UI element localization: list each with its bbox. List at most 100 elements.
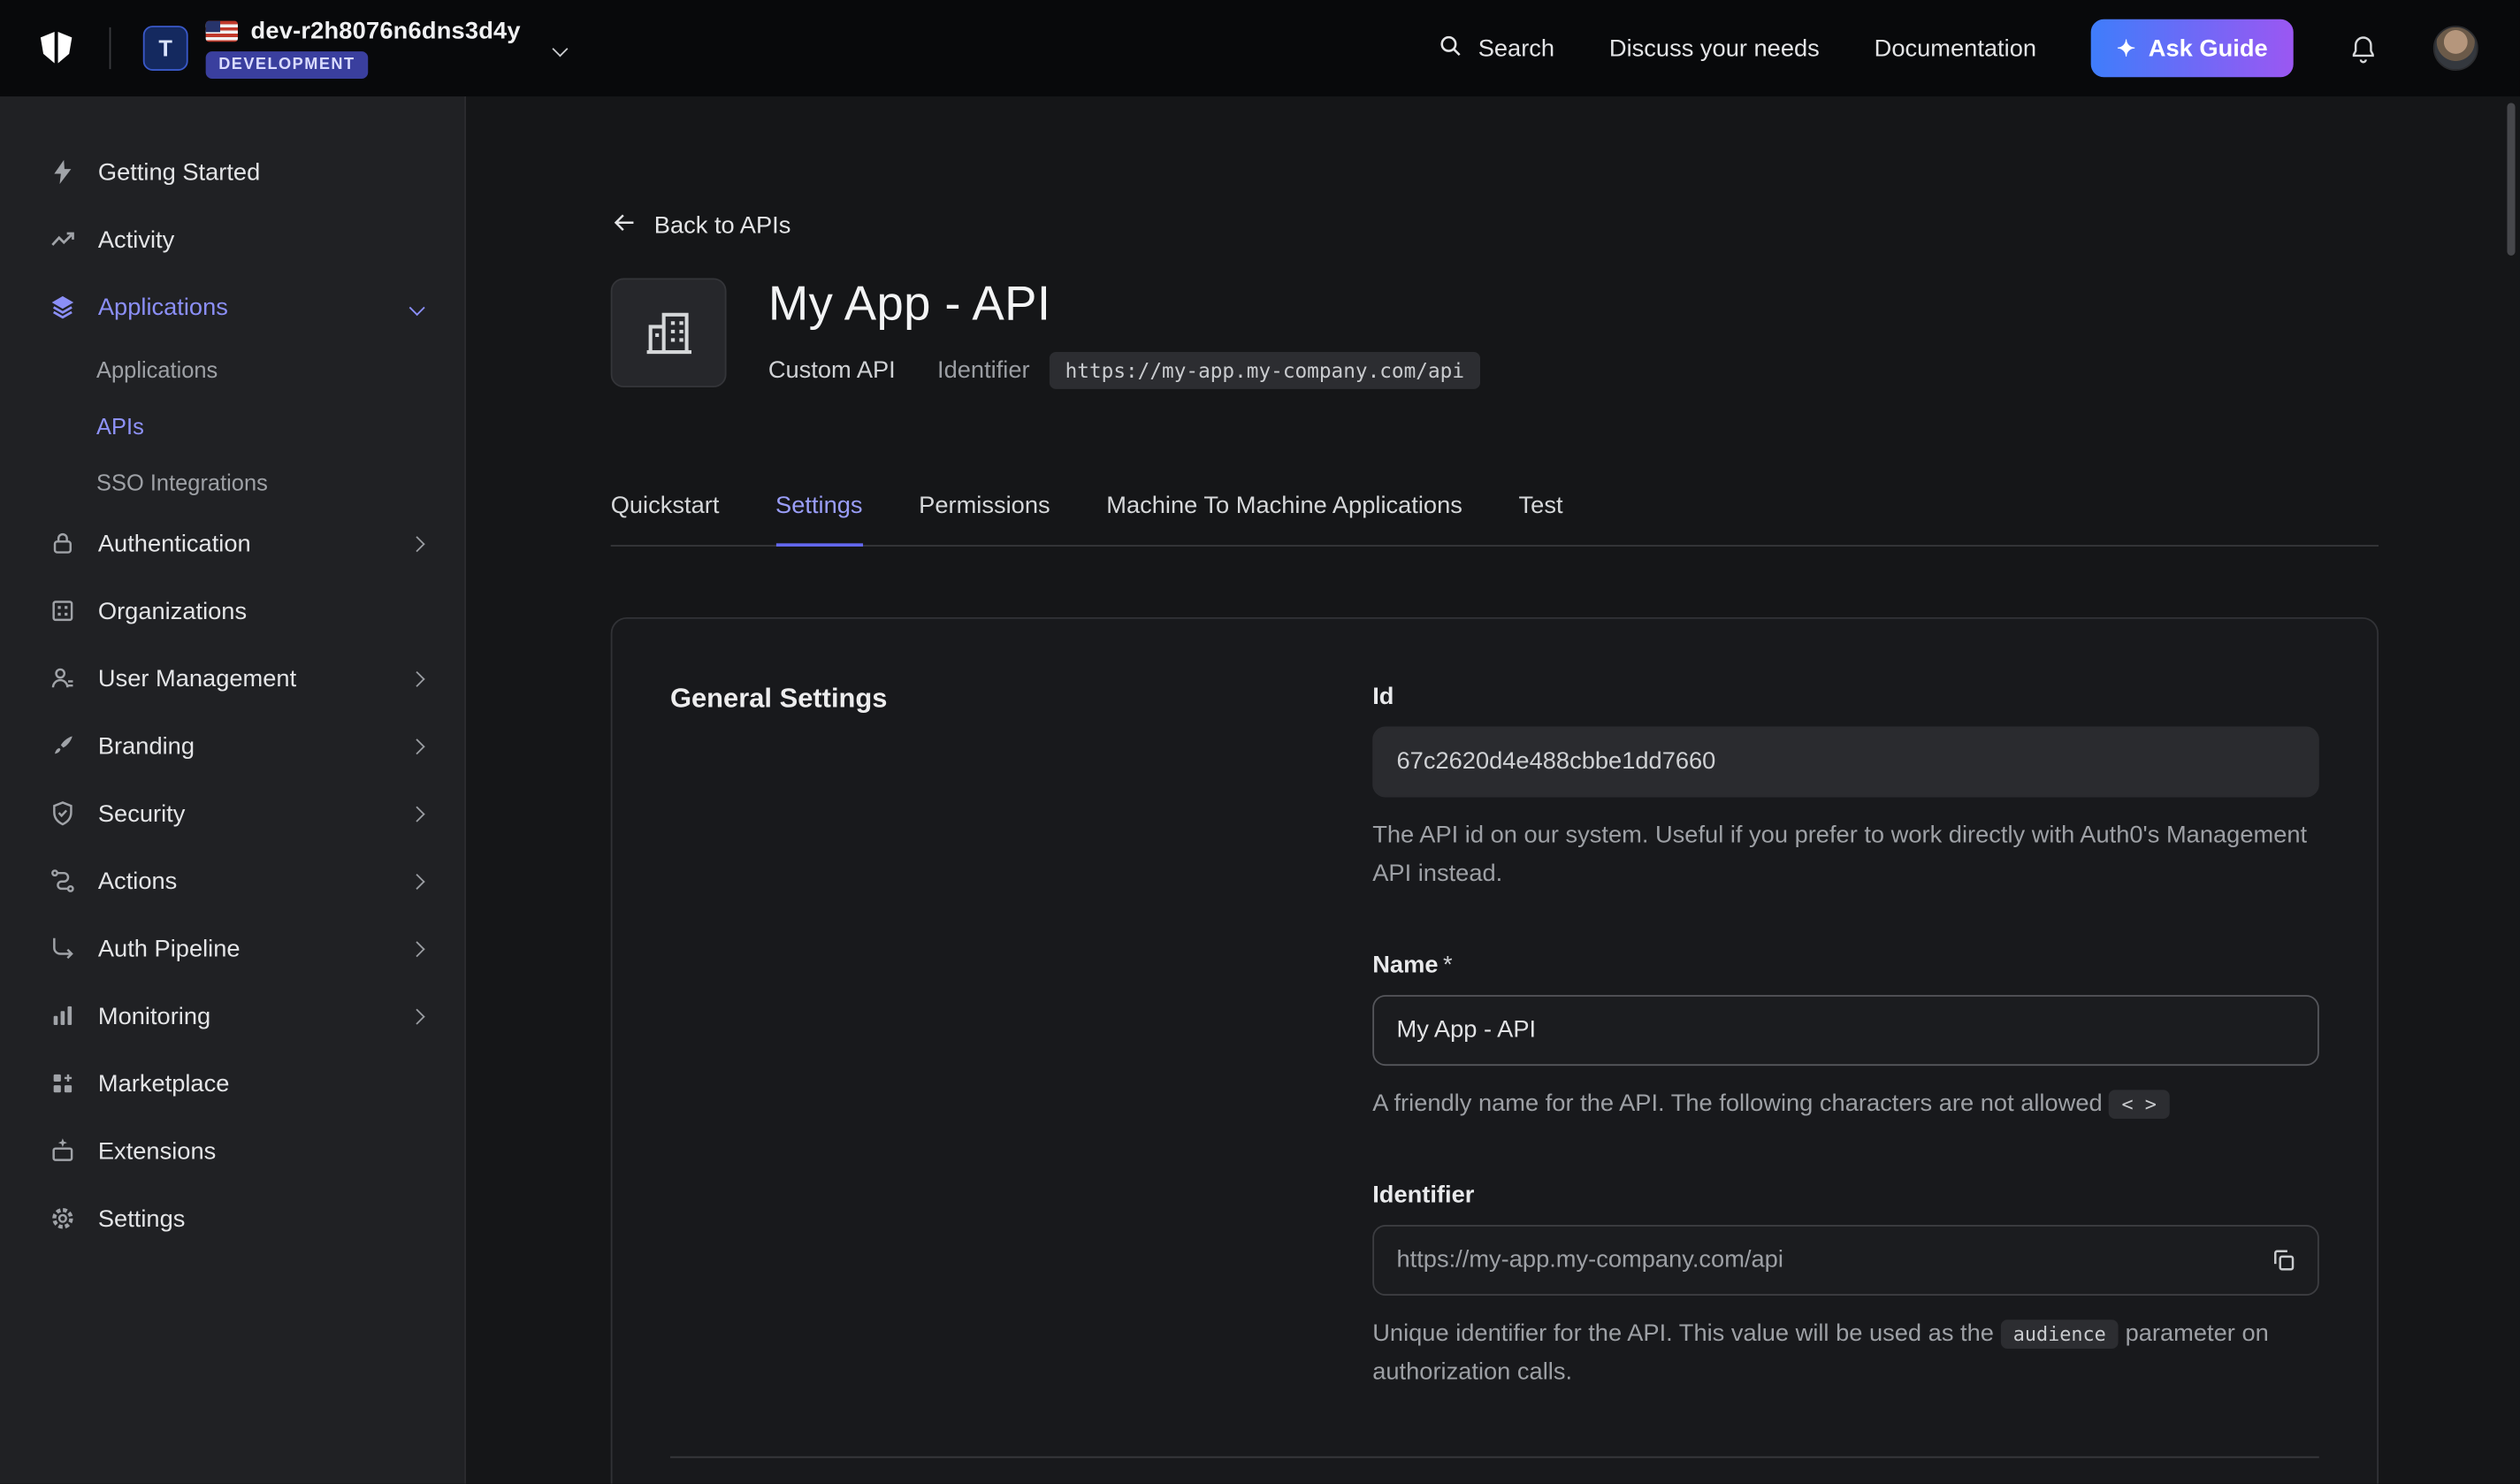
chevron-right-icon bbox=[409, 738, 425, 753]
tab-quickstart[interactable]: Quickstart bbox=[611, 491, 720, 546]
tab-test[interactable]: Test bbox=[1519, 491, 1563, 546]
paintbrush-icon bbox=[49, 731, 78, 761]
identifier-help-text: Unique identifier for the API. This valu… bbox=[1372, 1314, 2319, 1391]
id-field-label: Id bbox=[1372, 683, 2319, 710]
id-help-text: The API id on our system. Useful if you … bbox=[1372, 815, 2319, 892]
tenant-switcher[interactable]: T dev-r2h8076n6dns3d4y DEVELOPMENT bbox=[143, 18, 566, 79]
sidebar-item-branding[interactable]: Branding bbox=[0, 712, 464, 779]
discuss-needs-link[interactable]: Discuss your needs bbox=[1609, 34, 1820, 62]
back-arrow-icon bbox=[611, 209, 638, 242]
name-help-text: A friendly name for the API. The followi… bbox=[1372, 1084, 2319, 1123]
vertical-scrollbar[interactable] bbox=[2507, 103, 2515, 256]
audience-chip: audience bbox=[2000, 1319, 2119, 1348]
identifier-field-group: Identifier Unique identifier for the API… bbox=[1372, 1181, 2319, 1391]
disallowed-chars-chip: < > bbox=[2109, 1089, 2170, 1118]
name-input[interactable] bbox=[1372, 994, 2319, 1065]
shield-check-icon bbox=[49, 799, 78, 828]
sidebar-item-label: Monitoring bbox=[98, 1002, 210, 1029]
sidebar-item-user-management[interactable]: User Management bbox=[0, 645, 464, 712]
search-button[interactable]: Search bbox=[1436, 31, 1554, 65]
page-title: My App - API bbox=[768, 278, 1480, 333]
building-grid-icon bbox=[49, 596, 78, 625]
page-header: My App - API Custom API Identifier https… bbox=[611, 278, 2379, 388]
tenant-info: dev-r2h8076n6dns3d4y DEVELOPMENT bbox=[206, 18, 521, 79]
tab-machine-to-machine[interactable]: Machine To Machine Applications bbox=[1106, 491, 1462, 546]
tab-settings[interactable]: Settings bbox=[775, 491, 863, 546]
sidebar-item-auth-pipeline[interactable]: Auth Pipeline bbox=[0, 914, 464, 982]
sidebar-item-settings[interactable]: Settings bbox=[0, 1185, 464, 1252]
trend-chart-icon bbox=[49, 225, 78, 254]
layers-icon bbox=[49, 293, 78, 322]
sidebar-item-authentication[interactable]: Authentication bbox=[0, 509, 464, 577]
grid-plus-icon bbox=[49, 1069, 78, 1098]
sidebar-item-activity[interactable]: Activity bbox=[0, 206, 464, 273]
sidebar-item-marketplace[interactable]: Marketplace bbox=[0, 1050, 464, 1117]
environment-badge: DEVELOPMENT bbox=[206, 51, 368, 79]
chevron-right-icon bbox=[409, 873, 425, 889]
identifier-label: Identifier bbox=[937, 356, 1030, 384]
chevron-right-icon bbox=[409, 670, 425, 686]
chevron-down-icon bbox=[552, 41, 568, 57]
gear-icon bbox=[49, 1204, 78, 1233]
sidebar-item-label: Marketplace bbox=[98, 1070, 230, 1098]
sidebar-item-label: Security bbox=[98, 799, 185, 827]
search-label: Search bbox=[1478, 34, 1554, 62]
chevron-right-icon bbox=[409, 535, 425, 551]
sidebar-subitem-apis[interactable]: APIs bbox=[0, 397, 464, 454]
tab-permissions[interactable]: Permissions bbox=[919, 491, 1050, 546]
sidebar-item-extensions[interactable]: Extensions bbox=[0, 1117, 464, 1184]
sidebar-item-monitoring[interactable]: Monitoring bbox=[0, 983, 464, 1050]
documentation-link[interactable]: Documentation bbox=[1875, 34, 2036, 62]
sidebar-item-actions[interactable]: Actions bbox=[0, 847, 464, 914]
sidebar-item-security[interactable]: Security bbox=[0, 780, 464, 847]
required-asterisk: * bbox=[1443, 951, 1453, 978]
sidebar-item-label: Actions bbox=[98, 868, 177, 895]
back-link-label: Back to APIs bbox=[654, 212, 791, 240]
general-settings-card: General Settings Id The API id on our sy… bbox=[611, 616, 2379, 1484]
auth0-logo-icon bbox=[35, 27, 77, 69]
sidebar-item-label: Authentication bbox=[98, 530, 251, 557]
topbar-actions: Search Discuss your needs Documentation … bbox=[1436, 19, 2478, 77]
sidebar-item-label: Auth Pipeline bbox=[98, 935, 241, 962]
sidebar-subitem-applications[interactable]: Applications bbox=[0, 340, 464, 397]
sidebar-item-label: Settings bbox=[98, 1205, 186, 1232]
sidebar-item-label: User Management bbox=[98, 665, 296, 692]
identifier-input[interactable] bbox=[1372, 1224, 2319, 1295]
api-type-label: Custom API bbox=[768, 356, 896, 384]
topbar-divider bbox=[110, 27, 111, 69]
sidebar-item-organizations[interactable]: Organizations bbox=[0, 578, 464, 645]
ask-guide-label: Ask Guide bbox=[2149, 34, 2268, 62]
sidebar-item-label: Organizations bbox=[98, 597, 247, 624]
sidebar: Getting Started Activity Applications Ap… bbox=[0, 96, 466, 1484]
sidebar-item-getting-started[interactable]: Getting Started bbox=[0, 138, 464, 205]
pipeline-icon bbox=[49, 934, 78, 963]
sidebar-item-applications[interactable]: Applications bbox=[0, 273, 464, 340]
user-avatar[interactable] bbox=[2433, 26, 2478, 71]
sidebar-item-label: Activity bbox=[98, 226, 174, 253]
id-field-group: Id The API id on our system. Useful if y… bbox=[1372, 683, 2319, 893]
id-input[interactable] bbox=[1372, 726, 2319, 797]
us-flag-icon bbox=[206, 21, 238, 42]
sidebar-item-label: Branding bbox=[98, 732, 195, 760]
tab-bar: Quickstart Settings Permissions Machine … bbox=[611, 491, 2379, 546]
sidebar-item-label: Applications bbox=[98, 294, 228, 321]
ask-guide-button[interactable]: ✦ Ask Guide bbox=[2091, 19, 2294, 77]
flow-icon bbox=[49, 867, 78, 896]
back-to-apis-link[interactable]: Back to APIs bbox=[611, 209, 791, 242]
notifications-bell-icon[interactable] bbox=[2348, 33, 2379, 64]
name-field-label: Name* bbox=[1372, 951, 2319, 978]
main-content: Back to APIs My App - API bbox=[466, 96, 2520, 1484]
chevron-right-icon bbox=[409, 940, 425, 956]
lock-icon bbox=[49, 529, 78, 558]
copy-icon[interactable] bbox=[2269, 1245, 2298, 1274]
bar-chart-icon bbox=[49, 1001, 78, 1030]
api-icon bbox=[611, 278, 727, 387]
sparkle-icon: ✦ bbox=[2117, 37, 2135, 59]
sidebar-subitem-sso-integrations[interactable]: SSO Integrations bbox=[0, 454, 464, 510]
sidebar-item-label: Extensions bbox=[98, 1137, 216, 1165]
card-divider bbox=[670, 1456, 2319, 1457]
extension-box-icon bbox=[49, 1136, 78, 1166]
sidebar-item-label: Getting Started bbox=[98, 158, 260, 186]
chevron-right-icon bbox=[409, 1008, 425, 1024]
tenant-name: dev-r2h8076n6dns3d4y bbox=[251, 18, 521, 45]
